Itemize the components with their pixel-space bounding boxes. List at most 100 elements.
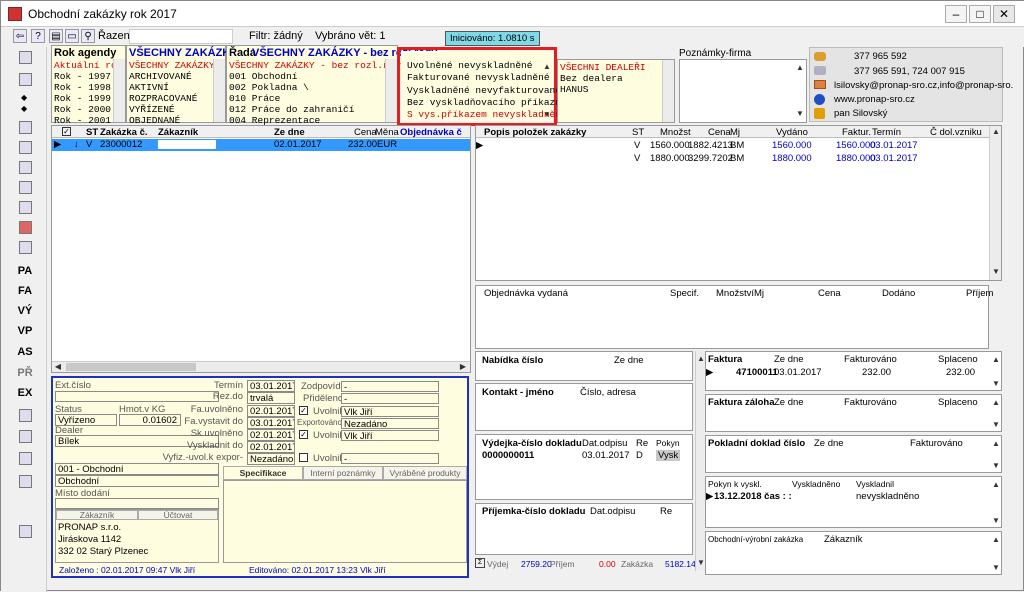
col-item-st[interactable]: ST <box>632 127 644 138</box>
specification-area[interactable] <box>223 480 467 563</box>
new-icon[interactable] <box>19 51 32 64</box>
status-item[interactable]: ROZPRACOVANÉ <box>129 93 215 104</box>
col-advance-amount[interactable]: Fakturováno <box>844 397 897 408</box>
pa-button[interactable]: PA <box>15 263 35 279</box>
status-item[interactable]: ARCHIVOVANÉ <box>129 71 215 82</box>
maximize-button[interactable]: □ <box>969 5 991 23</box>
status-scrollbar[interactable] <box>213 59 225 122</box>
vp-button[interactable]: VP <box>15 323 35 339</box>
stock-filter-item[interactable]: Vyskladněné nevyfakturované <box>407 85 567 97</box>
released-checkbox[interactable]: ✓ <box>299 406 308 415</box>
status-list[interactable]: VŠECHNY ZAKÁZKY VŠECHNY ZAKÁZKY ARCHIVOV… <box>126 45 238 126</box>
col-invoice[interactable]: Faktura <box>708 354 742 365</box>
series-item[interactable]: 002 Pokladna \ <box>229 82 406 93</box>
orders-hscrollbar[interactable]: ◀ ▶ <box>52 361 470 372</box>
col-item-invoiced[interactable]: Faktur. <box>842 127 871 138</box>
delivery-place-field[interactable] <box>55 498 219 509</box>
book-icon[interactable] <box>19 181 32 194</box>
col-item-desc[interactable]: Popis položek zakázky <box>484 127 586 138</box>
scroll-up-icon[interactable]: ▲ <box>794 62 806 74</box>
tab-customer[interactable]: Zákazník <box>56 510 138 520</box>
assigned-field[interactable]: - <box>341 393 439 404</box>
table-row[interactable]: 0000000011 03.01.2017 D Vysk <box>476 450 692 462</box>
col-invoice-date[interactable]: Ze dne <box>774 354 804 365</box>
col-po-unit[interactable]: Mj <box>754 288 764 299</box>
exported-field[interactable]: Nezadáno <box>341 418 439 429</box>
close-button[interactable]: ✕ <box>993 5 1015 23</box>
arrow-up-icon[interactable]: ◆ <box>21 93 27 102</box>
status-item[interactable]: VŠECHNY ZAKÁZKY <box>129 60 215 71</box>
col-order-ref[interactable]: Objednávka č <box>400 127 466 138</box>
col-item-qty[interactable]: Množst <box>660 127 691 138</box>
export-icon[interactable] <box>19 475 32 488</box>
scroll-down-icon[interactable]: ▼ <box>990 460 1002 472</box>
col-item-term[interactable]: Termín <box>872 127 901 138</box>
dealer-item[interactable]: HANUS <box>560 84 646 95</box>
tab-invoice-to[interactable]: Účtovat <box>138 510 218 520</box>
series-item[interactable]: 010 Práce <box>229 93 406 104</box>
fa-button[interactable]: FA <box>15 283 35 299</box>
table-row[interactable]: ▶ 47100011 03.01.2017 232.00 232.00 <box>706 367 990 379</box>
scroll-right-icon[interactable]: ▶ <box>457 361 469 373</box>
col-receipt-re[interactable]: Re <box>660 506 672 517</box>
edit-icon[interactable] <box>19 121 32 134</box>
tab-internal-notes[interactable]: Interní poznámky <box>303 466 383 480</box>
cancel-icon[interactable] <box>19 201 32 214</box>
released-2-checkbox[interactable]: ✓ <box>299 430 308 439</box>
col-item-unit[interactable]: Mj <box>730 127 740 138</box>
col-po-price[interactable]: Cena <box>818 288 841 299</box>
scroll-up-icon[interactable]: ▲ <box>990 397 1002 409</box>
released-2-field[interactable]: Vlk Jiří <box>341 430 439 441</box>
scroll-up-icon[interactable]: ▲ <box>990 126 1002 138</box>
status-item[interactable]: VYŘÍZENÉ <box>129 104 215 115</box>
scroll-down-icon[interactable]: ▼ <box>990 515 1002 527</box>
col-cash-number[interactable]: Pokladní doklad číslo <box>708 438 805 449</box>
col-po-receipt[interactable]: Příjem <box>966 288 993 299</box>
col-advance-paid[interactable]: Splaceno <box>938 397 978 408</box>
col-po[interactable]: Objednávka vydaná <box>484 288 568 299</box>
series-name-field[interactable]: Obchodní <box>55 475 219 487</box>
series-field[interactable]: 001 - Obchodní <box>55 463 219 475</box>
series-item[interactable]: 012 Práce do zahraničí <box>229 104 406 115</box>
col-currency[interactable]: Měna <box>375 127 399 138</box>
col-production-order[interactable]: Obchodní-výrobní zakázka <box>708 535 803 544</box>
middle-scrollbar[interactable]: ▲ ▼ <box>695 351 705 571</box>
binoculars-blue-icon[interactable] <box>19 430 32 443</box>
note-icon[interactable] <box>19 161 32 174</box>
ex-button[interactable]: EX <box>15 385 35 401</box>
col-dispatched[interactable]: Vyskladněno <box>792 479 840 489</box>
scroll-up-icon[interactable]: ▲ <box>990 534 1002 546</box>
arrow-down-icon[interactable]: ◆ <box>21 104 27 113</box>
invoice-release-field[interactable]: 02.01.2017 <box>247 405 295 417</box>
status-item[interactable]: AKTIVNÍ <box>129 82 215 93</box>
invoice-due-field[interactable]: 03.01.2017 <box>247 417 295 429</box>
weight-field[interactable]: 0.01602 <box>119 414 181 426</box>
scroll-up-icon[interactable]: ▲ <box>990 438 1002 450</box>
tab-specification[interactable]: Specifikace <box>223 466 303 480</box>
released-field[interactable]: Vlk Jiří <box>341 406 439 417</box>
print-preview-icon[interactable] <box>19 241 32 254</box>
col-advance-invoice[interactable]: Faktura záloha <box>708 397 775 408</box>
col-item-price[interactable]: Cena <box>708 127 731 138</box>
col-price[interactable]: Cena <box>354 127 377 138</box>
col-po-qty[interactable]: Množství <box>716 288 754 299</box>
term-field[interactable]: 03.01.2017 <box>247 380 295 392</box>
series-list[interactable]: Řada VŠECHNY ZAKÁZKY - bez rozl.řady VŠE… <box>226 45 437 126</box>
website[interactable]: www.pronap-sro.cz <box>834 94 915 105</box>
scroll-up-icon[interactable]: ▲ <box>990 354 1002 366</box>
minimize-button[interactable]: – <box>945 5 967 23</box>
scroll-down-icon[interactable]: ▼ <box>990 378 1002 390</box>
col-po-spec[interactable]: Specif. <box>670 288 699 299</box>
scroll-thumb[interactable] <box>66 363 196 371</box>
col-cash-date[interactable]: Ze dne <box>814 438 844 449</box>
vy-button[interactable]: VÝ <box>15 303 35 319</box>
col-item-issued[interactable]: Vydáno <box>776 127 808 138</box>
as-button[interactable]: AS <box>15 344 35 360</box>
col-order-number[interactable]: Zakázka č. <box>100 127 148 138</box>
col-contact-address[interactable]: Číslo, adresa <box>580 387 636 398</box>
help-icon[interactable]: ? <box>31 29 45 43</box>
col-advance-date[interactable]: Ze dne <box>774 397 804 408</box>
col-invoice-amount[interactable]: Fakturováno <box>844 354 897 365</box>
col-dispatch[interactable]: Pokyn k vyskl. <box>708 479 762 489</box>
col-po-delivered[interactable]: Dodáno <box>882 288 915 299</box>
